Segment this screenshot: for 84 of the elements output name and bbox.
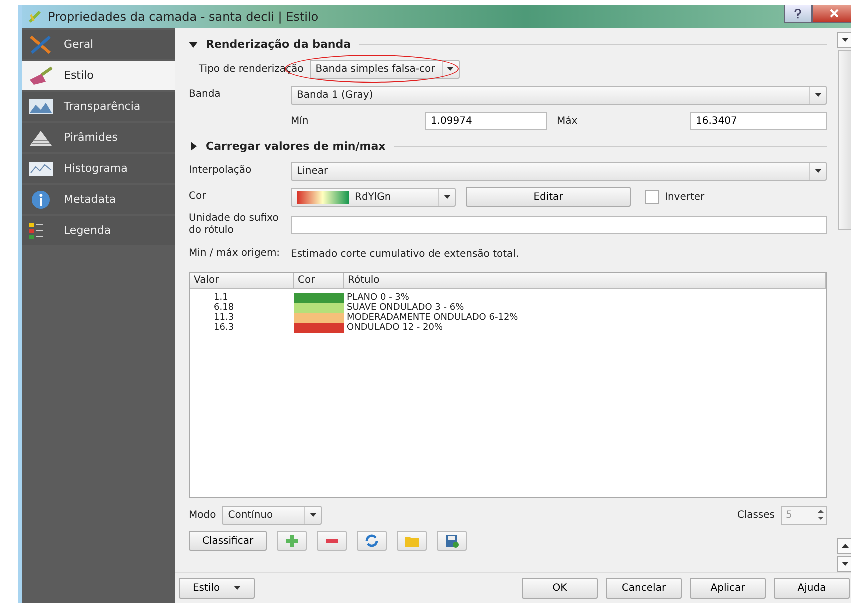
close-icon: [830, 9, 838, 18]
save-button[interactable]: [437, 531, 467, 551]
caret-icon: [447, 67, 454, 71]
app-icon: [28, 10, 42, 24]
help-button[interactable]: [784, 5, 812, 23]
section-title: Renderização da banda: [206, 38, 351, 50]
close-button[interactable]: [812, 5, 851, 23]
collapse-icon[interactable]: [189, 40, 198, 48]
brush-icon: [28, 66, 54, 86]
field-label: Banda: [189, 89, 222, 101]
field-label: Máx: [556, 116, 579, 126]
sidebar-item[interactable]: Estilo: [22, 61, 175, 90]
caret-icon: [842, 544, 849, 548]
field-label: Unidade do sufixo do rótulo: [189, 213, 280, 237]
dialog-button[interactable]: Ajuda: [774, 578, 850, 598]
min-field[interactable]: 1.09974: [425, 112, 547, 130]
sidebar-item[interactable]: Pirâmides: [22, 123, 175, 152]
value-cell-text: 11.3: [213, 313, 236, 323]
dialog-button[interactable]: Aplicar: [690, 578, 766, 598]
origin-text: Estimado corte cumulativo de extensão total.: [291, 248, 520, 260]
caret-icon: [814, 169, 822, 173]
edit-button[interactable]: Editar: [466, 187, 631, 207]
color-swatch[interactable]: [294, 313, 344, 323]
field-label: Mín: [291, 116, 310, 126]
folder-icon: [404, 534, 420, 548]
mode-dropdown[interactable]: Contínuo: [222, 506, 322, 524]
caret-icon: [842, 562, 849, 566]
save-icon: [444, 534, 460, 548]
dialog-button[interactable]: OK: [522, 578, 598, 598]
field-label: Cor: [189, 191, 208, 203]
sidebar-item[interactable]: Transparência: [22, 92, 175, 121]
add-icon: [284, 534, 300, 548]
field-label: Classes: [737, 510, 775, 520]
label-cell-text: MODERADAMENTE ONDULADO 6-12%: [346, 313, 520, 323]
caret-icon: [444, 195, 450, 199]
caret-icon: [234, 586, 242, 590]
scroll-down-button[interactable]: [837, 556, 851, 572]
caret-icon: [310, 513, 317, 517]
sidebar-item[interactable]: Legenda: [22, 216, 175, 245]
refresh-icon: [364, 534, 380, 548]
scrollbar-thumb[interactable]: [838, 50, 851, 230]
window-title: Propriedades da camada - santa decli | Estilo: [48, 10, 319, 24]
field-label: Interpolação: [189, 165, 253, 177]
suffix-field[interactable]: [291, 216, 827, 234]
color-ramp-icon: [297, 190, 349, 204]
color-swatch[interactable]: [294, 323, 344, 333]
band-dropdown[interactable]: Banda 1 (Gray): [291, 86, 827, 104]
field-label: Min / máx origem:: [189, 248, 282, 260]
label-cell-text: ONDULADO 12 - 20%: [346, 323, 444, 333]
section-title: Carregar valores de min/max: [206, 140, 386, 152]
color-ramp-dropdown[interactable]: RdYlGn: [291, 188, 456, 206]
help-icon: [794, 8, 802, 18]
dialog-button[interactable]: Cancelar: [606, 578, 682, 598]
style-menu-button[interactable]: Estilo: [179, 578, 255, 598]
column-header[interactable]: Cor: [294, 273, 344, 288]
expand-icon[interactable]: [189, 142, 198, 150]
value-cell-text: 6.18: [213, 303, 236, 313]
sidebar-item[interactable]: Histograma: [22, 154, 175, 183]
label-cell-text: SUAVE ONDULADO 3 - 6%: [346, 303, 466, 313]
sidebar-item[interactable]: Metadata: [22, 185, 175, 214]
color-swatch[interactable]: [294, 303, 344, 313]
column-header[interactable]: Rótulo: [344, 273, 826, 288]
caret-icon: [842, 38, 849, 42]
image-icon: [28, 96, 54, 116]
refresh-button[interactable]: [357, 531, 387, 551]
column-header[interactable]: Valor: [190, 273, 294, 288]
value-cell-text: 16.3: [213, 323, 236, 333]
value-cell-text: 1.1: [213, 293, 230, 303]
spin-arrows-icon: [816, 508, 826, 522]
classify-button[interactable]: Classificar: [189, 531, 267, 551]
add-button[interactable]: [277, 531, 307, 551]
tools-icon: [28, 34, 54, 54]
color-swatch[interactable]: [294, 293, 344, 303]
remove-button[interactable]: [317, 531, 347, 551]
checkbox-label: Inverter: [665, 192, 705, 202]
max-field[interactable]: 16.3407: [690, 112, 827, 130]
legend-icon: [28, 222, 45, 240]
field-label: Modo: [189, 510, 216, 520]
render-type-dropdown[interactable]: Banda simples falsa-cor: [310, 60, 460, 78]
label-cell-text: PLANO 0 - 3%: [346, 293, 410, 303]
interpolation-dropdown[interactable]: Linear: [291, 162, 827, 180]
sidebar-item[interactable]: Geral: [22, 30, 175, 59]
caret-icon: [814, 93, 822, 97]
invert-checkbox[interactable]: [645, 190, 659, 204]
